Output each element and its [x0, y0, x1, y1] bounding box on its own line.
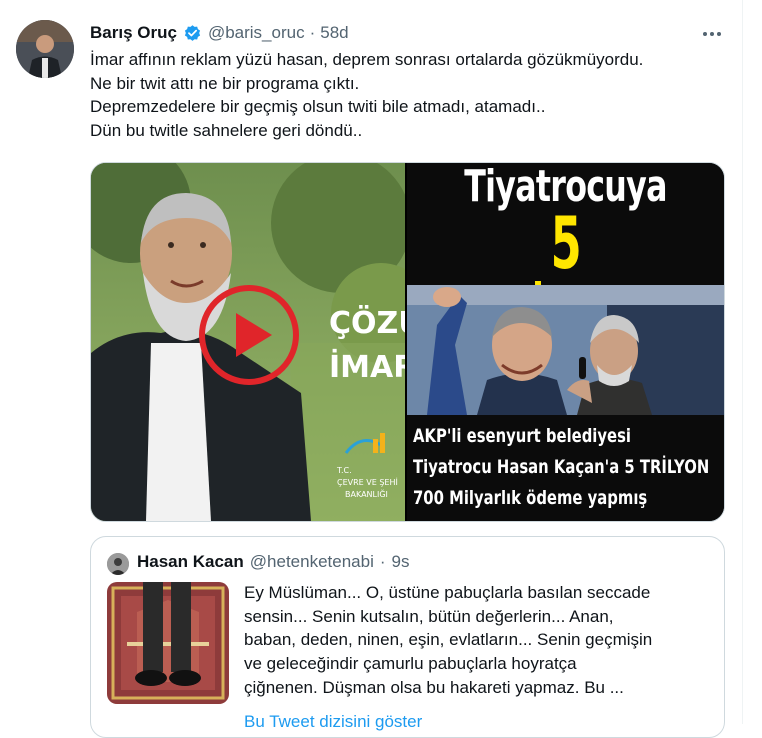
tweet-timestamp[interactable]: 58d [320, 23, 348, 43]
quoted-tweet-header: Hasan Kacan @hetenketenabi · 9s [137, 552, 410, 572]
ministry-logo-text: BAKANLIĞI [345, 488, 388, 499]
separator-dot: · [309, 23, 316, 42]
news-image[interactable]: Tiyatrocuya 5 TRİLYON AKP' [407, 163, 724, 521]
quoted-tweet[interactable]: Hasan Kacan @hetenketenabi · 9s Ey Müslü… [90, 536, 725, 738]
quoted-author-handle[interactable]: @hetenketenabi [250, 552, 374, 572]
quoted-text-line: baban, deden, ninen, eşin, evlatların...… [244, 630, 653, 650]
verified-badge-icon [184, 24, 201, 41]
quoted-tweet-text: Ey Müslüman... O, üstüne pabuçlarla bası… [244, 581, 714, 700]
tweet-text-line: Ne bir twit attı ne bir programa çıktı. [90, 73, 360, 93]
tweet-media: ÇÖZÜ İMAR T.C. ÇEVRE VE ŞEHİ BAKANLIĞI T… [90, 162, 725, 522]
news-caption-line: Tiyatrocu Hasan Kaçan'a 5 TRİLYON [413, 456, 710, 478]
overlay-text-line: İMAR [329, 349, 405, 385]
video-thumbnail[interactable]: ÇÖZÜ İMAR T.C. ÇEVRE VE ŞEHİ BAKANLIĞI [91, 163, 405, 521]
quoted-text-line: ve geleceğindir çamurlu pabuçlarla hoyra… [244, 654, 577, 674]
separator-dot: · [379, 552, 386, 571]
quoted-text-line: çiğnenen. Düşman olsa bu hakareti yapmaz… [244, 677, 624, 697]
quoted-text-line: sensin... Senin kutsalın, bütün değerler… [244, 606, 614, 626]
tweet-text-line: İmar affının reklam yüzü hasan, deprem s… [90, 50, 644, 69]
quoted-tweet-image[interactable] [107, 582, 229, 704]
tweet-text: İmar affının reklam yüzü hasan, deprem s… [90, 48, 730, 142]
tweet-text-line: Dün bu twitle sahnelere geri döndü.. [90, 120, 363, 140]
news-caption-line: 700 Milyarlık ödeme yapmış [413, 487, 648, 509]
overlay-text-line: ÇÖZÜ [329, 304, 405, 341]
ministry-logo-text: ÇEVRE VE ŞEHİ [337, 477, 398, 487]
tweet-header: Barış Oruç @baris_oruc · 58d [90, 20, 349, 46]
ministry-logo-text: T.C. [336, 466, 352, 475]
tweet-text-line: Depremzedelere bir geçmiş olsun twiti bi… [90, 97, 546, 116]
show-thread-link[interactable]: Bu Tweet dizisini göster [244, 712, 422, 732]
quoted-author-avatar[interactable] [107, 553, 129, 575]
quoted-tweet-timestamp[interactable]: 9s [392, 552, 410, 572]
quoted-author-name[interactable]: Hasan Kacan [137, 552, 244, 572]
author-handle[interactable]: @baris_oruc [208, 23, 305, 43]
author-name[interactable]: Barış Oruç [90, 23, 177, 43]
news-caption: AKP'li esenyurt belediyesi Tiyatrocu Has… [413, 421, 719, 514]
news-photo [407, 285, 724, 415]
quoted-text-line: Ey Müslüman... O, üstüne pabuçlarla bası… [244, 583, 651, 602]
news-caption-line: AKP'li esenyurt belediyesi [413, 425, 632, 447]
timeline-divider [742, 0, 743, 724]
author-avatar[interactable] [16, 20, 74, 78]
